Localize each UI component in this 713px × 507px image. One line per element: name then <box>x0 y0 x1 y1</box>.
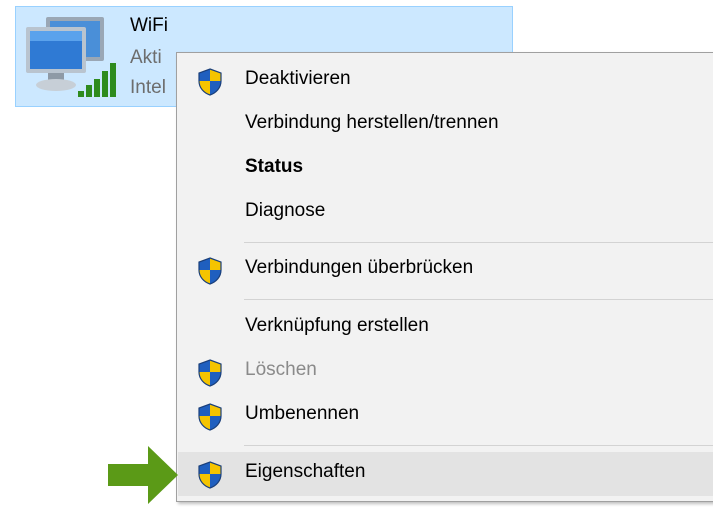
uac-shield-icon <box>198 461 222 489</box>
context-menu: Deaktivieren Verbindung herstellen/trenn… <box>176 52 713 502</box>
menu-separator <box>244 242 713 243</box>
menu-item-label: Verbindung herstellen/trennen <box>245 112 499 133</box>
menu-item-eigenschaften[interactable]: Eigenschaften <box>178 452 713 496</box>
menu-item-label: Deaktivieren <box>245 68 351 89</box>
menu-item-umbenennen[interactable]: Umbenennen <box>178 394 713 438</box>
menu-item-label: Umbenennen <box>245 403 360 424</box>
uac-shield-icon <box>198 359 222 387</box>
menu-item-verbindung-herstellen-trennen[interactable]: Verbindung herstellen/trennen <box>178 103 713 147</box>
menu-separator <box>244 299 713 300</box>
menu-item-status[interactable]: Status <box>178 147 713 191</box>
menu-item-label: Status <box>245 156 304 177</box>
uac-shield-icon <box>198 257 222 285</box>
menu-separator <box>244 445 713 446</box>
screen: WiFi Akti Intel Deaktivieren Verbindung … <box>0 0 713 507</box>
adapter-status: Akti <box>130 47 162 68</box>
adapter-device: Intel <box>130 77 166 98</box>
menu-item-label: Eigenschaften <box>245 461 366 482</box>
pointer-arrow-icon <box>108 446 178 504</box>
menu-item-deaktivieren[interactable]: Deaktivieren <box>178 59 713 103</box>
menu-item-label: Verbindungen überbrücken <box>245 257 474 278</box>
menu-item-label: Diagnose <box>245 200 326 221</box>
network-adapter-icon <box>26 17 116 97</box>
menu-item-verknuepfung-erstellen[interactable]: Verknüpfung erstellen <box>178 306 713 350</box>
adapter-name: WiFi <box>130 15 168 36</box>
menu-item-verbindungen-ueberbruecken[interactable]: Verbindungen überbrücken <box>178 248 713 292</box>
uac-shield-icon <box>198 403 222 431</box>
menu-item-diagnose[interactable]: Diagnose <box>178 191 713 235</box>
menu-item-label: Verknüpfung erstellen <box>245 315 429 336</box>
uac-shield-icon <box>198 68 222 96</box>
menu-item-label: Löschen <box>245 359 317 380</box>
menu-item-loeschen: Löschen <box>178 350 713 394</box>
